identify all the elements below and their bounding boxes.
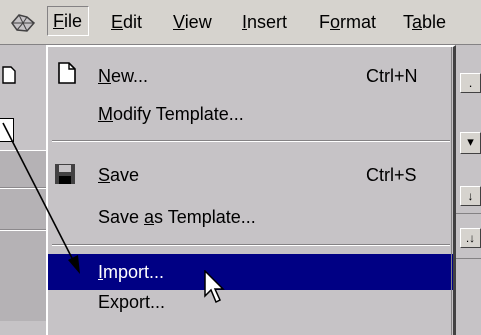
menu-file-rest: ile (64, 11, 83, 31)
toolbar-button-3[interactable]: .↓ (460, 228, 481, 248)
menu-item-label: Modify Template... (98, 104, 244, 124)
menu-separator (52, 140, 450, 142)
menu-separator (52, 244, 450, 246)
menu-bar: File Edit View Insert Format Table (0, 0, 481, 45)
menu-file-mnemonic: F (53, 11, 64, 31)
menu-edit[interactable]: Edit (111, 10, 142, 34)
left-panel (0, 150, 46, 321)
mouse-pointer-icon (204, 270, 225, 304)
menu-view[interactable]: View (173, 10, 212, 34)
toolbar-button[interactable]: . (460, 73, 481, 93)
menu-table[interactable]: Table (403, 10, 446, 34)
menu-item-export[interactable]: Export... (48, 277, 453, 312)
menu-item-label: Save (98, 165, 140, 185)
menu-item-shortcut: Ctrl+N (366, 66, 418, 86)
new-document-icon (58, 62, 76, 84)
dropdown-arrow-button[interactable]: ▾ (460, 132, 481, 154)
toolbar-button-2[interactable]: ↓ (460, 186, 481, 206)
menu-item-save-as-template[interactable]: Save as Template... (48, 200, 453, 234)
app-icon (11, 14, 36, 32)
menu-item-label: New... (98, 66, 149, 86)
menu-item-save[interactable]: Save Ctrl+S (48, 158, 453, 192)
file-menu-dropdown: New... Ctrl+N Modify Template... Save Ct… (46, 45, 456, 335)
toolbar-field[interactable] (0, 118, 14, 142)
menu-format[interactable]: Format (319, 10, 376, 34)
menu-item-shortcut: Ctrl+S (366, 165, 417, 185)
menu-file[interactable]: File (47, 6, 90, 36)
toolbar-new-icon[interactable] (2, 66, 16, 84)
save-disk-icon (55, 164, 75, 184)
menu-item-new[interactable]: New... Ctrl+N (48, 59, 453, 93)
menu-insert[interactable]: Insert (242, 10, 287, 34)
menu-item-modify-template[interactable]: Modify Template... (48, 97, 453, 131)
menu-item-label: Save as Template... (98, 207, 256, 227)
